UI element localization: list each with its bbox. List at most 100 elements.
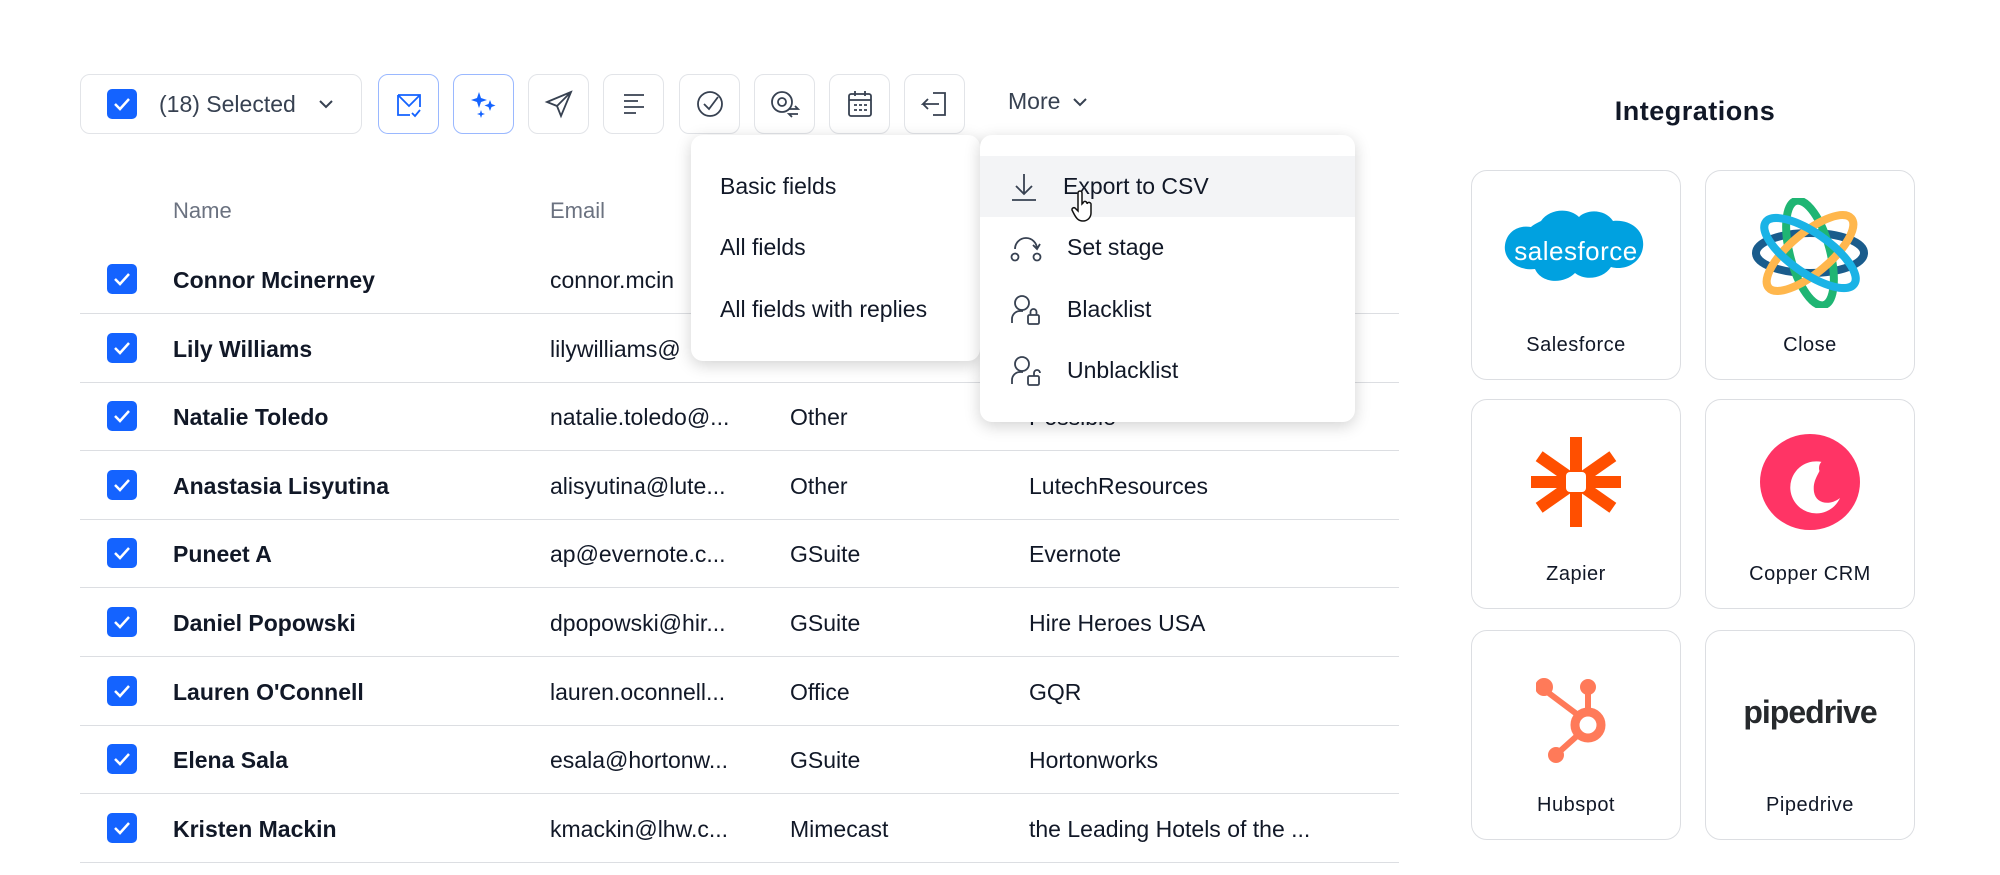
row-checkbox[interactable]: [107, 469, 137, 500]
user-lock-icon: [1011, 294, 1040, 325]
send-button[interactable]: [528, 74, 589, 134]
stage-icon: [1010, 236, 1042, 261]
user-unlock-icon: [1011, 355, 1041, 386]
table-row[interactable]: Elena Sala esala@hortonw... GSuite Horto…: [80, 725, 1399, 795]
contact-company: Hortonworks: [1029, 747, 1159, 774]
table-row[interactable]: Anastasia Lisyutina alisyutina@lute... O…: [80, 451, 1399, 520]
integration-label: Hubspot: [1537, 794, 1615, 816]
contact-provider: Other: [790, 404, 848, 431]
menu-item-label: Basic fields: [720, 173, 837, 199]
pipedrive-logo: pipedrive: [1743, 694, 1877, 730]
contact-name: Connor Mcinerney: [173, 267, 375, 293]
column-header-name[interactable]: Name: [173, 198, 232, 224]
exit-button[interactable]: [904, 74, 965, 134]
integration-hubspot[interactable]: Hubspot: [1471, 630, 1681, 840]
integration-label: Zapier: [1546, 563, 1606, 585]
row-checkbox[interactable]: [107, 744, 137, 775]
calendar-button[interactable]: [829, 74, 890, 134]
row-checkbox[interactable]: [107, 607, 137, 637]
integration-label: Close: [1783, 334, 1837, 356]
email-check-icon: [396, 94, 421, 118]
zapier-logo: [1531, 436, 1621, 527]
contact-provider: GSuite: [790, 747, 861, 774]
menu-item-all-fields[interactable]: All fields: [691, 217, 980, 278]
more-label: More: [1008, 88, 1061, 114]
hand-cursor-icon: [1071, 190, 1092, 222]
menu-item-set-stage[interactable]: Set stage: [980, 217, 1355, 278]
contact-email: dpopowski@hir...: [550, 610, 726, 636]
contact-provider: Office: [790, 678, 850, 705]
contact-email: lilywilliams@: [550, 335, 681, 362]
integration-pipedrive[interactable]: pipedrive Pipedrive: [1705, 630, 1915, 840]
menu-item-basic-fields[interactable]: Basic fields: [691, 156, 980, 217]
menu-item-blacklist[interactable]: Blacklist: [980, 279, 1355, 340]
row-checkbox[interactable]: [107, 538, 137, 569]
copper-logo: [1760, 433, 1860, 530]
check-circle-icon: [696, 91, 723, 117]
contact-provider: GSuite: [790, 610, 861, 636]
row-checkbox[interactable]: [107, 401, 137, 432]
contact-name: Lily Williams: [173, 335, 313, 362]
ai-button[interactable]: [453, 74, 514, 134]
calendar-icon: [847, 91, 872, 117]
notes-button[interactable]: [603, 74, 664, 134]
export-submenu: Basic fields All fields All fields with …: [691, 135, 980, 361]
contact-name: Elena Sala: [173, 747, 289, 774]
contact-email: kmackin@lhw.c...: [550, 815, 729, 842]
row-checkbox[interactable]: [107, 675, 137, 706]
table-row[interactable]: Daniel Popowski dpopowski@hir... GSuite …: [80, 588, 1399, 657]
integration-copper[interactable]: Copper CRM: [1705, 399, 1915, 609]
table-row[interactable]: Puneet A ap@evernote.c... GSuite Evernot…: [80, 519, 1399, 589]
column-header-email[interactable]: Email: [550, 198, 605, 224]
contact-company: LutechResources: [1029, 472, 1208, 499]
row-checkbox[interactable]: [107, 264, 137, 294]
integration-zapier[interactable]: Zapier: [1471, 399, 1681, 609]
contact-name: Kristen Mackin: [173, 815, 337, 842]
contact-email: natalie.toledo@...: [550, 404, 730, 431]
contact-name: Lauren O'Connell: [173, 678, 364, 705]
email-swap-icon: [770, 91, 800, 118]
send-icon: [544, 90, 573, 119]
contact-name: Anastasia Lisyutina: [173, 472, 390, 499]
contact-company: Evernote: [1029, 541, 1122, 568]
contact-name: Natalie Toledo: [173, 404, 329, 431]
align-left-icon: [623, 94, 644, 114]
contact-company: GQR: [1029, 678, 1082, 705]
contact-provider: GSuite: [790, 541, 861, 568]
contact-company: the Leading Hotels of the ...: [1029, 815, 1311, 842]
salesforce-logo: salesforce: [1504, 210, 1644, 281]
task-button[interactable]: [679, 74, 740, 134]
email-check-button[interactable]: [378, 74, 439, 134]
menu-item-label: Set stage: [1067, 234, 1165, 260]
contact-email: alisyutina@lute...: [550, 472, 726, 499]
more-dropdown[interactable]: More: [1008, 88, 1088, 115]
menu-item-all-fields-with-replies[interactable]: All fields with replies: [691, 279, 980, 340]
selection-dropdown[interactable]: (18) Selected: [80, 74, 362, 134]
menu-item-label: All fields with replies: [720, 296, 928, 322]
chevron-down-icon: [319, 100, 333, 109]
integration-label: Pipedrive: [1766, 794, 1854, 816]
integration-close[interactable]: Close: [1705, 170, 1915, 380]
contact-name: Daniel Popowski: [173, 610, 356, 636]
chevron-down-icon: [1073, 97, 1088, 106]
menu-item-label: All fields: [720, 234, 806, 260]
contact-provider: Mimecast: [790, 815, 889, 842]
row-checkbox[interactable]: [107, 332, 137, 363]
sparkles-icon: [470, 92, 495, 118]
table-row[interactable]: Kristen Mackin kmackin@lhw.c... Mimecast…: [80, 794, 1399, 863]
hubspot-logo: [1536, 677, 1606, 763]
menu-item-label: Unblacklist: [1067, 357, 1179, 383]
select-all-checkbox[interactable]: [107, 89, 137, 119]
email-swap-button[interactable]: [754, 74, 815, 134]
menu-item-unblacklist[interactable]: Unblacklist: [980, 340, 1355, 401]
integration-salesforce[interactable]: salesforce Salesforce: [1471, 170, 1681, 380]
more-menu: Export to CSV Set stage Blacklist Unblac…: [980, 135, 1355, 422]
download-icon: [1012, 173, 1036, 201]
menu-item-export-csv[interactable]: Export to CSV: [980, 156, 1355, 217]
table-row[interactable]: Lauren O'Connell lauren.oconnell... Offi…: [80, 657, 1399, 726]
row-checkbox[interactable]: [107, 812, 137, 843]
exit-icon: [920, 92, 946, 116]
close-logo: [1752, 197, 1868, 308]
contact-email: ap@evernote.c...: [550, 541, 726, 568]
selected-count: (18) Selected: [159, 90, 296, 117]
